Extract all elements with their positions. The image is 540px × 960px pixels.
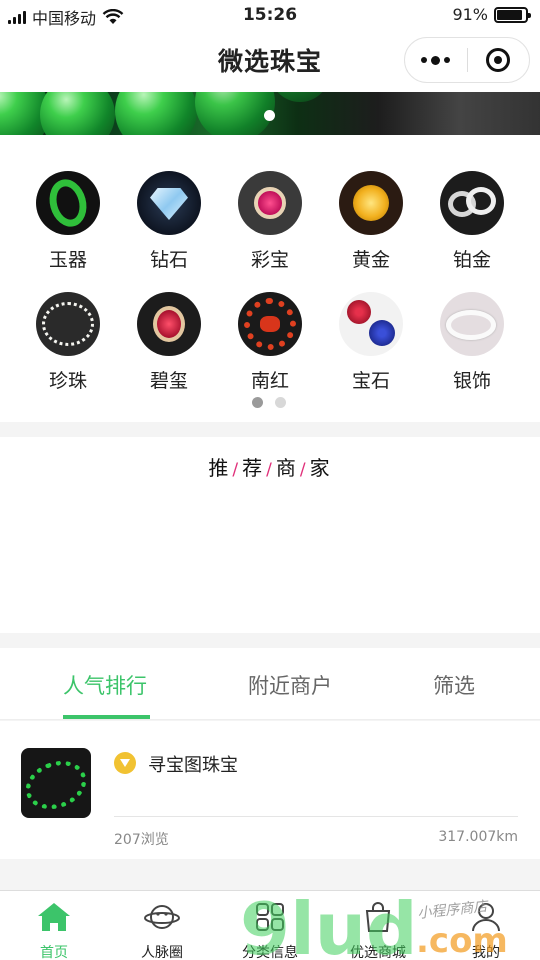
active-tab-indicator xyxy=(63,715,150,719)
close-button[interactable] xyxy=(467,38,529,82)
gold-rose-icon xyxy=(339,171,403,235)
mall-bag-icon xyxy=(365,902,391,932)
category-grid: 玉器 钻石 彩宝 黄金 铂金 珍珠 碧玺 南红 宝石 银饰 xyxy=(0,135,540,422)
category-pager xyxy=(252,397,286,408)
close-target-icon xyxy=(486,48,511,72)
category-tourmaline[interactable]: 碧玺 xyxy=(119,292,219,393)
tabbar-label: 优选商城 xyxy=(350,945,406,960)
title-char: 商 xyxy=(275,456,298,480)
vip-diamond-icon xyxy=(114,752,136,774)
tabbar-classified[interactable]: 分类信息 xyxy=(216,891,324,960)
category-label: 钻石 xyxy=(149,249,188,271)
pager-dot[interactable] xyxy=(275,397,286,408)
home-icon xyxy=(38,903,70,931)
category-silver[interactable]: 银饰 xyxy=(422,292,522,393)
battery-percent: 91% xyxy=(452,5,488,24)
status-right: 91% xyxy=(452,5,531,24)
gemstone-flower-icon xyxy=(339,292,403,356)
category-gemstone[interactable]: 宝石 xyxy=(321,292,421,393)
category-diamond[interactable]: 钻石 xyxy=(119,171,219,272)
category-label: 珍珠 xyxy=(48,370,87,392)
tabbar-home[interactable]: 首页 xyxy=(0,891,108,960)
tourmaline-ring-icon xyxy=(137,292,201,356)
category-label: 宝石 xyxy=(351,370,390,392)
category-label: 黄金 xyxy=(351,249,390,271)
store-views: 207浏览 xyxy=(114,832,169,848)
category-pearl[interactable]: 珍珠 xyxy=(18,292,118,393)
bottom-tab-bar: 首页 人脉圈 分类信息 优选商城 我的 xyxy=(0,890,540,960)
user-icon xyxy=(472,903,500,932)
tabbar-label: 分类信息 xyxy=(242,945,298,960)
pager-dot[interactable] xyxy=(252,397,263,408)
gem-ring-icon xyxy=(238,171,302,235)
category-label: 玉器 xyxy=(48,249,87,271)
diamond-icon xyxy=(137,171,201,235)
title-char: 推 xyxy=(208,456,231,480)
category-label: 银饰 xyxy=(452,370,491,392)
planet-icon xyxy=(144,905,180,929)
store-name: 寻宝图珠宝 xyxy=(148,755,238,776)
tab-filter[interactable]: 筛选 xyxy=(433,670,475,700)
tabbar-label: 人脉圈 xyxy=(141,945,183,960)
red-agate-icon xyxy=(238,292,302,356)
silver-bangle-icon xyxy=(440,292,504,356)
title-char: 荐 xyxy=(242,456,265,480)
ranking-tabs: 人气排行 附近商户 筛选 xyxy=(0,648,540,720)
section-title: 推 / 荐 / 商 / 家 xyxy=(208,456,332,480)
jade-bangle-icon xyxy=(36,171,100,235)
store-card[interactable]: 寻宝图珠宝 207浏览 317.007km xyxy=(0,721,540,859)
mini-program-capsule xyxy=(404,37,530,83)
category-label: 铂金 xyxy=(452,249,491,271)
recommended-merchants-section: 推 / 荐 / 商 / 家 xyxy=(0,437,540,633)
tabbar-mall[interactable]: 优选商城 xyxy=(324,891,432,960)
tabbar-label: 我的 xyxy=(472,945,500,960)
status-bar: 中国移动 15:26 91% xyxy=(0,0,540,30)
category-colored-gems[interactable]: 彩宝 xyxy=(220,171,320,272)
category-label: 南红 xyxy=(250,370,289,392)
store-distance: 317.007km xyxy=(438,829,518,845)
platinum-ring-icon xyxy=(440,171,504,235)
tab-popularity[interactable]: 人气排行 xyxy=(63,670,147,700)
tabbar-label: 首页 xyxy=(40,945,68,960)
battery-icon xyxy=(494,6,531,23)
divider xyxy=(114,816,518,817)
category-red-agate[interactable]: 南红 xyxy=(220,292,320,393)
tab-nearby[interactable]: 附近商户 xyxy=(248,670,332,700)
store-thumbnail xyxy=(21,748,91,818)
tabbar-mine[interactable]: 我的 xyxy=(432,891,540,960)
more-options-button[interactable] xyxy=(405,38,467,82)
tabbar-network[interactable]: 人脉圈 xyxy=(108,891,216,960)
category-label: 碧玺 xyxy=(149,370,188,392)
category-icon xyxy=(256,903,284,931)
title-char: 家 xyxy=(309,456,332,480)
nav-bar: 微选珠宝 xyxy=(0,30,540,92)
category-gold[interactable]: 黄金 xyxy=(321,171,421,272)
category-label: 彩宝 xyxy=(250,249,289,271)
banner-indicator-dot[interactable] xyxy=(264,110,275,121)
pearl-necklace-icon xyxy=(36,292,100,356)
category-jade[interactable]: 玉器 xyxy=(18,171,118,272)
category-platinum[interactable]: 铂金 xyxy=(422,171,522,272)
